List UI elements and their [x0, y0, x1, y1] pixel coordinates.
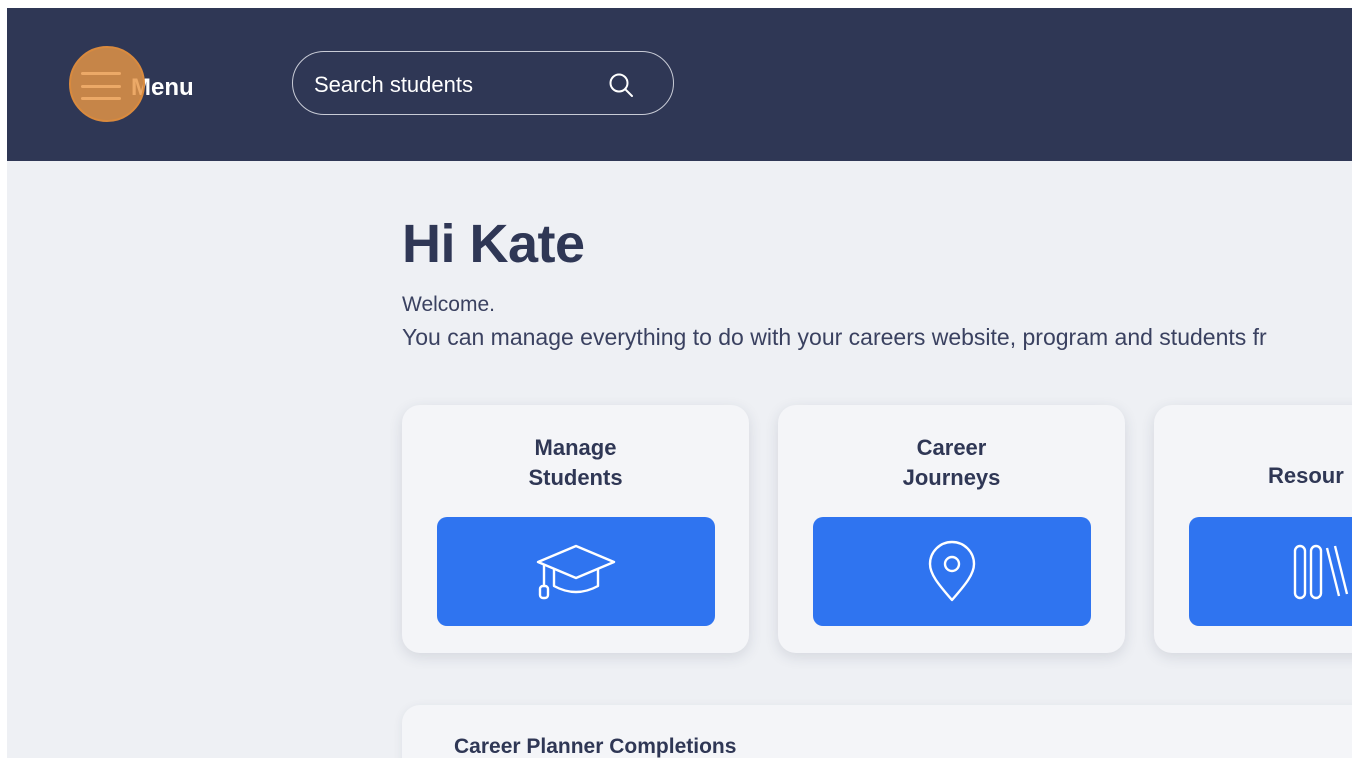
welcome-text: Welcome.: [402, 293, 495, 316]
click-indicator: [69, 46, 145, 122]
resources-card[interactable]: Resour: [1154, 405, 1352, 653]
career-journeys-tile[interactable]: [813, 517, 1091, 626]
map-pin-icon: [928, 540, 976, 601]
card-title: Career Journeys: [902, 435, 1001, 490]
manage-students-tile[interactable]: [437, 517, 715, 626]
search-students-input[interactable]: Search students: [292, 51, 674, 115]
manage-students-card[interactable]: Manage Students: [402, 405, 749, 653]
page-title: Hi Kate: [402, 214, 585, 274]
top-bar: Menu Search students: [7, 8, 1352, 161]
books-icon: [1293, 544, 1349, 599]
section-title: Career Planner Completions: [454, 735, 737, 758]
app-window: Menu Search students Hi Kate Welcome. Yo…: [7, 8, 1352, 758]
welcome-description: You can manage everything to do with you…: [402, 324, 1267, 350]
career-planner-completions-card: Career Planner Completions: [402, 705, 1352, 758]
graduation-cap-icon: [536, 544, 616, 599]
card-title: Manage Students: [528, 435, 623, 490]
career-journeys-card[interactable]: Career Journeys: [778, 405, 1125, 653]
search-placeholder: Search students: [314, 72, 473, 97]
search-icon[interactable]: [607, 71, 635, 99]
card-title: Resour: [1268, 463, 1344, 488]
resources-tile[interactable]: [1189, 517, 1352, 626]
